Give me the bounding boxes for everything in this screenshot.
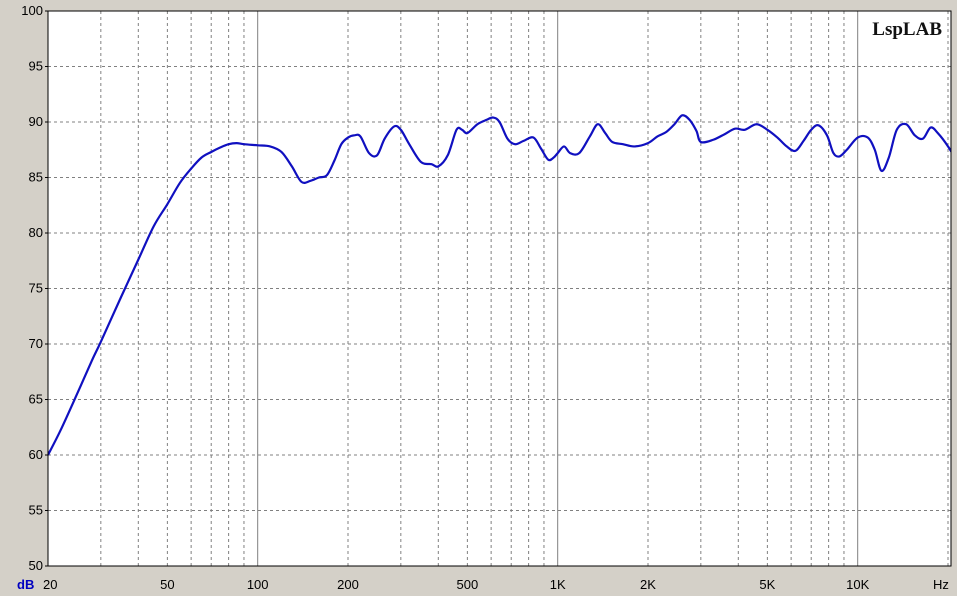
x-tick-labels: 20 50 100 200 500 1K 2K 5K 10K xyxy=(43,577,870,592)
y-tick-label: 55 xyxy=(29,503,43,518)
x-tick-label: 500 xyxy=(457,577,479,592)
y-tick-label: 85 xyxy=(29,170,43,185)
y-tick-label: 80 xyxy=(29,225,43,240)
brand-logo: LspLAB xyxy=(872,19,942,40)
x-tick-label: 1K xyxy=(550,577,566,592)
y-tick-label: 100 xyxy=(21,3,43,18)
y-tick-label: 75 xyxy=(29,281,43,296)
y-tick-label: 65 xyxy=(29,392,43,407)
y-tick-label: 70 xyxy=(29,336,43,351)
x-tick-label: 10K xyxy=(846,577,869,592)
x-tick-label: 5K xyxy=(759,577,775,592)
x-tick-label: 200 xyxy=(337,577,359,592)
x-tick-label: 100 xyxy=(247,577,269,592)
x-tick-label: 2K xyxy=(640,577,656,592)
y-tick-label: 50 xyxy=(29,558,43,573)
x-tick-label: 20 xyxy=(43,577,57,592)
y-unit-label: dB xyxy=(17,577,34,592)
x-unit-label: Hz xyxy=(933,577,949,592)
y-tick-label: 60 xyxy=(29,447,43,462)
y-tick-label: 95 xyxy=(29,59,43,74)
frequency-response-chart: 50556065707580859095100 20 50 100 200 500 1K 2… xyxy=(17,3,952,592)
y-tick-labels: 50 55 60 65 70 75 80 85 90 95 100 xyxy=(21,3,48,573)
y-tick-label: 90 xyxy=(29,114,43,129)
x-tick-label: 50 xyxy=(160,577,174,592)
